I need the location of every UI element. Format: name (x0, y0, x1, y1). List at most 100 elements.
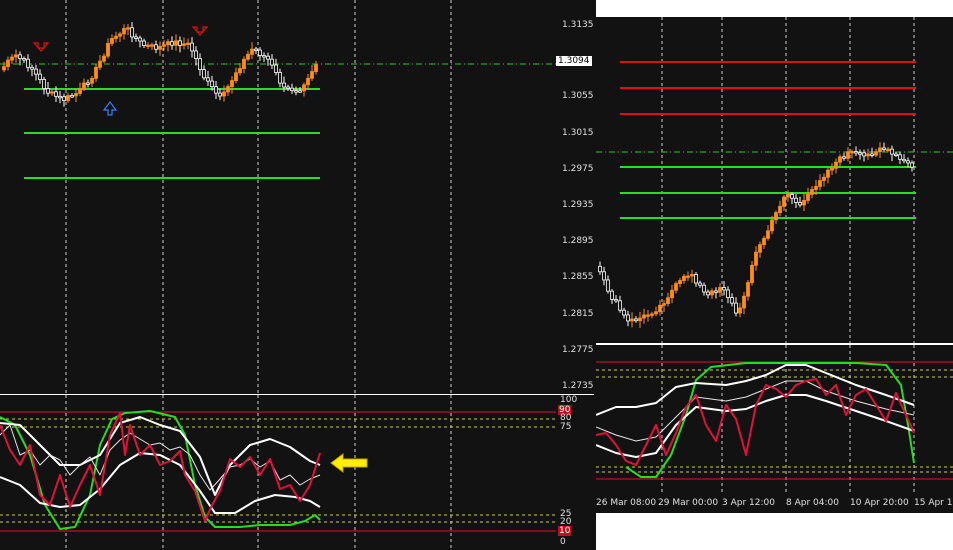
candle (878, 147, 882, 153)
right-price-chart-canvas (596, 17, 953, 343)
candle (674, 283, 678, 291)
candle (42, 79, 46, 89)
candle (2, 66, 6, 71)
candle (46, 88, 50, 94)
time-label: 3 Apr 12:00 (722, 498, 775, 508)
left-oscillator-panel[interactable] (0, 395, 556, 550)
candle (746, 282, 750, 297)
time-label: 29 Mar 00:00 (658, 498, 719, 508)
candle (862, 152, 866, 157)
candle (98, 60, 102, 68)
candle (854, 151, 858, 154)
candle (114, 35, 118, 39)
candle (630, 318, 634, 322)
candle (850, 151, 854, 154)
candle (134, 36, 138, 39)
candle (230, 80, 234, 87)
candle (86, 82, 90, 85)
right-oscillator-panel[interactable] (596, 345, 953, 495)
candle (874, 151, 878, 156)
candle (826, 169, 830, 178)
candle (622, 309, 626, 316)
candle (110, 38, 114, 44)
candle (282, 82, 286, 88)
candle (698, 282, 702, 286)
time-label: 26 Mar 08:00 (596, 498, 657, 508)
candle (890, 148, 894, 155)
price-label: 1.2815 (562, 309, 594, 319)
candle (838, 156, 842, 163)
candle (22, 58, 26, 61)
candle (834, 161, 838, 169)
oscillator-green-line (0, 410, 321, 530)
level-label: 75 (560, 422, 572, 432)
up-arrow-icon (102, 101, 118, 116)
candle (238, 68, 242, 74)
price-label: 1.3015 (562, 128, 594, 138)
left-price-axis: 1.3135 1.3094 1.3055 1.3015 1.2975 1.293… (556, 0, 594, 394)
candle (734, 302, 738, 314)
candle (26, 58, 30, 68)
oscillator-red-line (596, 378, 915, 466)
left-oscillator-canvas (0, 395, 556, 550)
time-label: 8 Apr 04:00 (786, 498, 839, 508)
price-label: 1.2975 (562, 164, 594, 174)
candle (6, 59, 10, 67)
candle (906, 160, 910, 164)
candle (290, 87, 294, 92)
candle (182, 43, 186, 46)
candle (846, 151, 850, 159)
time-label: 15 Apr 1 (914, 498, 953, 508)
candle (666, 297, 670, 304)
candle (14, 54, 18, 58)
candle (62, 96, 66, 102)
candle (246, 53, 250, 60)
candle (234, 72, 238, 81)
candle (830, 167, 834, 171)
candle (898, 154, 902, 160)
candle (106, 43, 110, 57)
candle (686, 275, 690, 278)
candle (314, 64, 318, 72)
candle (298, 90, 302, 93)
candle (34, 68, 38, 75)
level-label: 100 (560, 395, 578, 405)
candle (74, 93, 78, 97)
candle (254, 48, 258, 51)
oscillator-green-line (625, 362, 915, 478)
candle (242, 58, 246, 69)
candle (694, 274, 698, 284)
right-oscillator-canvas (596, 345, 953, 495)
right-price-chart[interactable] (596, 17, 953, 343)
candle (118, 33, 122, 37)
candle (250, 48, 254, 55)
candle (618, 300, 622, 311)
candle (170, 41, 174, 46)
candle (842, 156, 846, 159)
price-label: 1.2935 (562, 200, 594, 210)
candle (82, 82, 86, 90)
candle (714, 290, 718, 293)
left-price-chart[interactable] (0, 0, 556, 394)
candle (670, 289, 674, 299)
candle (274, 64, 278, 73)
candle (682, 275, 686, 281)
candle (638, 317, 642, 322)
candle (50, 91, 54, 94)
candle (66, 95, 70, 102)
candle (302, 84, 306, 92)
candle (866, 153, 870, 157)
candle (646, 314, 650, 317)
candle (54, 91, 58, 97)
candle (122, 28, 126, 35)
candle (770, 219, 774, 232)
candle (654, 311, 658, 315)
candle (218, 92, 222, 97)
candle (598, 265, 602, 273)
candle (762, 237, 766, 246)
candle (790, 194, 794, 199)
candle (206, 77, 210, 82)
candle (30, 66, 34, 70)
candle (194, 50, 198, 59)
candle (706, 291, 710, 296)
